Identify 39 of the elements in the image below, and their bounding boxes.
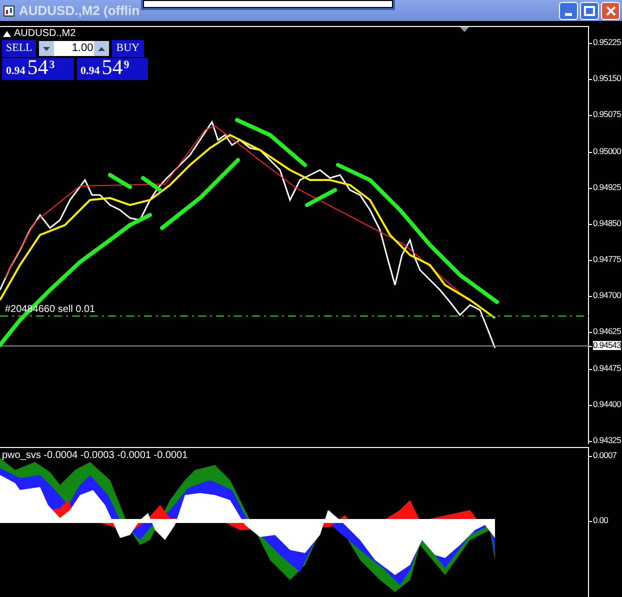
price-axis-label: 0.95075 xyxy=(593,110,621,119)
collapse-triangle-icon[interactable] xyxy=(3,31,11,37)
up-arrow-icon xyxy=(98,46,106,50)
price-prefix: 0.94 xyxy=(6,66,26,77)
price-axis-label: 0.94700 xyxy=(593,291,621,300)
indicator-label: pwo_svs -0.0004 -0.0003 -0.0001 -0.0001 xyxy=(2,451,188,461)
price-axis-label: 0.94925 xyxy=(593,182,621,192)
buy-button[interactable]: BUY xyxy=(112,40,144,57)
volume-up-button[interactable] xyxy=(94,41,110,56)
price-axis-label: 0.94400 xyxy=(593,400,621,408)
sell-button[interactable]: SELL xyxy=(2,40,36,57)
price-point: 9 xyxy=(124,60,130,71)
price-axis-label: 0.94625 xyxy=(593,327,621,336)
price-point: 3 xyxy=(49,60,55,71)
price-axis-label: 0.94775 xyxy=(593,255,621,264)
price-axis-label: 0.94475 xyxy=(593,364,621,372)
chart-window-icon xyxy=(3,4,15,16)
price-axis-label: 0.95150 xyxy=(593,74,621,83)
minimize-icon xyxy=(565,12,572,16)
maximize-icon xyxy=(584,6,595,16)
price-axis-label: 0.94325 xyxy=(593,436,621,444)
maximize-button[interactable] xyxy=(580,2,599,20)
indicator-axis-label: 0.0007 xyxy=(593,451,617,460)
window-title: AUDUSD.,M2 (offlin xyxy=(19,2,140,20)
minimize-button[interactable] xyxy=(559,2,578,20)
current-price-label: 0.94543 xyxy=(593,341,621,350)
price-pips: 54 xyxy=(102,57,123,78)
price-axis-label: 0.94850 xyxy=(593,218,621,228)
indicator-axis-label: 0.00 xyxy=(593,516,608,524)
symbol-label: AUDUSD.,M2 xyxy=(14,29,76,39)
price-pips: 54 xyxy=(27,57,48,78)
down-arrow-icon xyxy=(43,46,50,50)
price-axis-label: 0.95225 xyxy=(593,38,621,46)
price-axis-label: 0.95000 xyxy=(593,146,621,156)
volume-down-button[interactable] xyxy=(39,41,54,56)
scroll-marker-icon xyxy=(460,27,469,32)
price-prefix: 0.94 xyxy=(80,66,100,77)
close-button[interactable] xyxy=(601,2,620,20)
close-icon xyxy=(606,6,616,16)
